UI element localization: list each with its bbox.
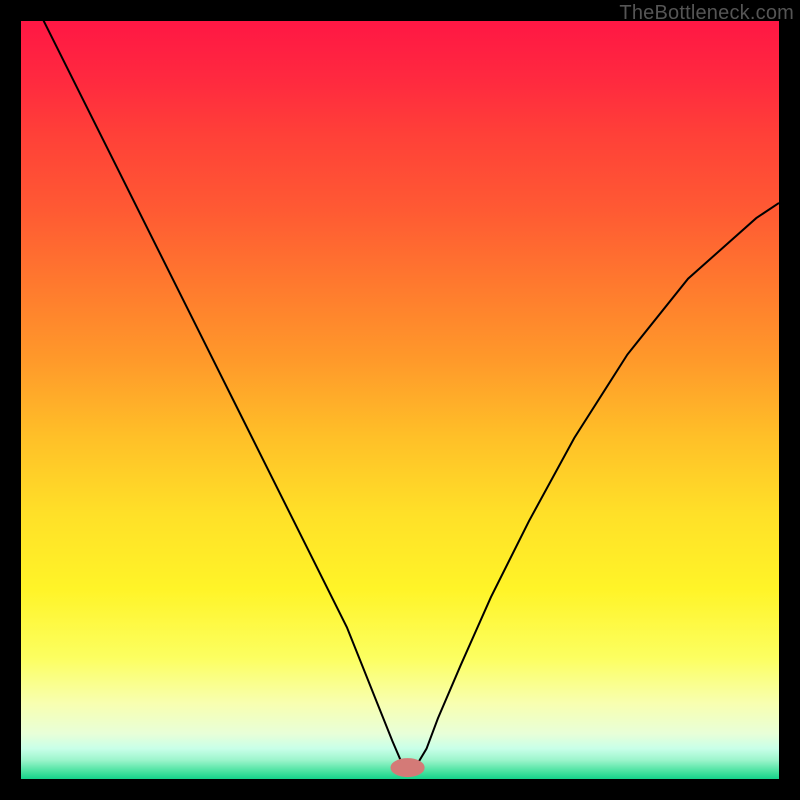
- plot-area: [21, 21, 779, 779]
- bottleneck-curve: [21, 21, 779, 768]
- optimal-point-marker: [391, 759, 424, 777]
- curve-layer: [21, 21, 779, 779]
- chart-frame: TheBottleneck.com: [0, 0, 800, 800]
- watermark-text: TheBottleneck.com: [619, 2, 794, 25]
